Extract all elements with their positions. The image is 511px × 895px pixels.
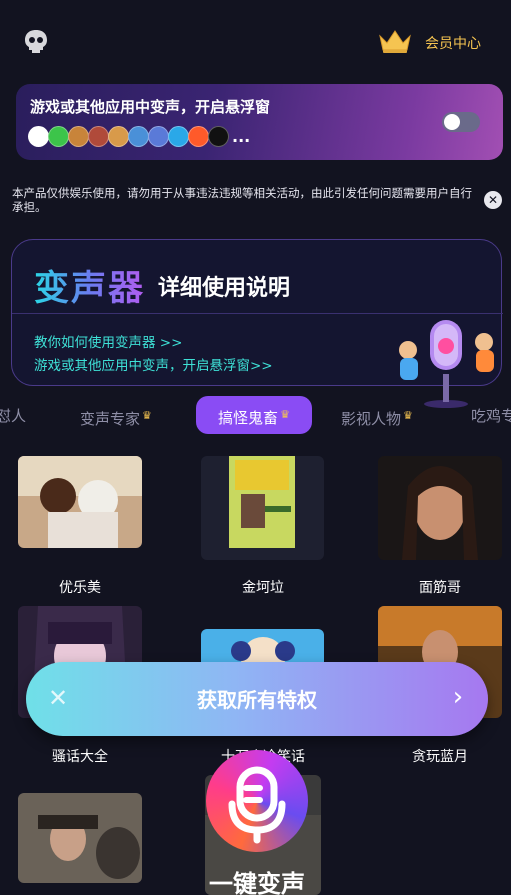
one-tap-voice-change-button[interactable]: [206, 750, 308, 852]
chevron-right-icon[interactable]: ›: [444, 684, 472, 712]
microphone-mascot-illustration: [390, 316, 502, 410]
voice-name: 骚话大全: [52, 749, 108, 765]
game-icon-5: [148, 126, 169, 147]
how-to-use-link[interactable]: 教你如何使用变声器 >>: [34, 331, 182, 351]
divider: [12, 313, 503, 314]
floating-window-guide-link[interactable]: 游戏或其他应用中变声，开启悬浮窗>>: [34, 354, 273, 374]
voice-thumbnail-jinkela[interactable]: [201, 456, 324, 560]
floating-window-card[interactable]: 游戏或其他应用中变声，开启悬浮窗 ...: [16, 84, 503, 160]
crown-icon: [377, 28, 413, 58]
voice-name: 金坷垃: [242, 580, 284, 596]
vip-center-label: 会员中心: [425, 36, 481, 52]
voice-thumbnail-youlemei[interactable]: [18, 456, 142, 548]
tab-voice-expert[interactable]: 变声专家 ♛: [80, 398, 152, 434]
tiktok-icon: [208, 126, 229, 147]
voice-name: 优乐美: [59, 580, 101, 596]
app-logo-icon[interactable]: [22, 28, 50, 56]
wechat-icon: [48, 126, 69, 147]
supported-apps-row: ...: [28, 126, 250, 147]
tab-pubg[interactable]: 吃鸡专: [471, 398, 511, 434]
game-icon-3: [108, 126, 129, 147]
get-all-privileges-banner[interactable]: ✕ 获取所有特权 ›: [26, 662, 488, 736]
voice-name: 贪玩蓝月: [412, 749, 468, 765]
voice-thumbnail-mianjinge[interactable]: [378, 456, 502, 560]
voice-thumbnail[interactable]: [18, 793, 142, 883]
disclaimer-text: 本产品仅供娱乐使用，请勿用于从事违法违规等相关活动，由此引发任何问题需要用户自行…: [12, 186, 472, 214]
game-icon-4: [128, 126, 149, 147]
vip-center-link[interactable]: 会员中心: [377, 28, 481, 58]
tab-film-characters[interactable]: 影视人物 ♛: [341, 398, 413, 434]
floating-window-title: 游戏或其他应用中变声，开启悬浮窗: [30, 98, 271, 116]
tab-funny-remix[interactable]: 搞怪鬼畜 ♛: [196, 396, 312, 434]
crown-icon: ♛: [280, 408, 290, 421]
guide-title: 详细使用说明: [158, 276, 291, 301]
floating-window-toggle[interactable]: [442, 112, 480, 132]
kuaishou-icon: [188, 126, 209, 147]
qq-icon: [28, 126, 49, 147]
get-all-privileges-label: 获取所有特权: [197, 688, 317, 712]
voice-name: 面筋哥: [419, 580, 461, 596]
game-icon-2: [88, 126, 109, 147]
crown-icon: ♛: [403, 409, 413, 422]
toggle-knob: [444, 114, 460, 130]
tab-diss[interactable]: 怼人: [0, 398, 26, 434]
bilibili-icon: [168, 126, 189, 147]
voice-changer-brand: 变声器: [34, 260, 145, 311]
crown-icon: ♛: [142, 409, 152, 422]
more-apps-ellipsis: ...: [232, 126, 251, 146]
microphone-icon: [228, 766, 286, 844]
disclaimer-close-button[interactable]: ✕: [484, 191, 502, 209]
game-icon-1: [68, 126, 89, 147]
one-tap-voice-change-label: 一键变声: [209, 870, 305, 895]
